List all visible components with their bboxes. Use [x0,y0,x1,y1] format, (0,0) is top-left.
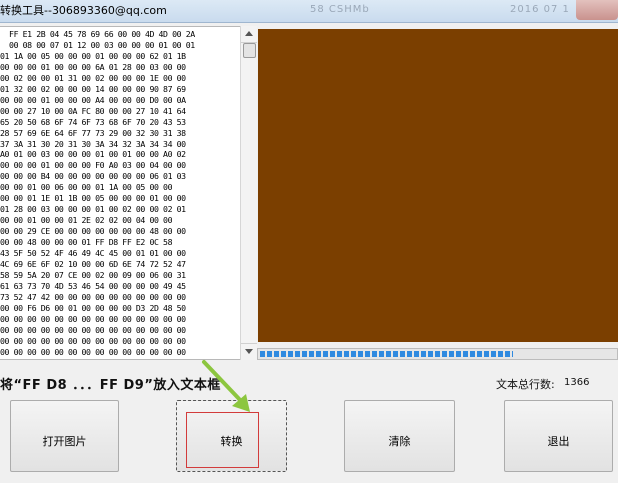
window-title-background-date: 2016 07 1 [510,4,570,15]
exit-button[interactable]: 退出 [504,400,613,472]
hex-line: 01 32 00 02 00 00 00 14 00 00 00 90 87 6… [0,83,186,94]
hex-line: 00 00 00 01 00 00 00 F0 A0 03 00 04 00 0… [0,160,186,171]
progress-bar [257,348,618,360]
title-bar: 转换工具--306893360@qq.com 58 CSHMb 2016 07 … [0,0,618,23]
hex-line: 00 00 27 10 00 0A FC 80 00 00 27 10 41 6… [0,105,186,116]
hex-line: 00 00 00 01 00 00 00 A4 00 00 00 D0 00 0… [0,94,186,105]
line-count-label: 文本总行数: [496,378,555,391]
hex-line: 4C 69 6E 6F 02 10 00 00 6D 6E 74 72 52 4… [0,259,186,270]
window-title: 转换工具--306893360@qq.com [0,4,167,17]
image-preview [258,29,618,342]
hex-line: 01 1A 00 05 00 00 00 01 00 00 00 62 01 1… [0,50,186,61]
arrow-shaft [202,360,244,404]
hex-line: 00 00 00 00 00 00 00 00 00 00 00 00 00 0… [0,324,186,335]
window-title-background-text: 58 CSHMb [310,4,370,15]
clear-button[interactable]: 清除 [344,400,455,472]
hex-scrollbar[interactable] [240,26,257,360]
hex-line-list: FF E1 2B 04 45 78 69 66 00 00 4D 4D 00 2… [0,29,195,359]
hex-line: 63 70 72 74 00 00 01 50 00 00 00 33 64 6… [0,358,195,359]
highlight-box [186,412,259,468]
hex-line: 00 00 F6 D6 00 01 00 00 00 00 D3 2D 48 5… [0,302,186,313]
hex-line: A0 01 00 03 00 00 00 01 00 01 00 00 A0 0… [0,149,186,160]
hex-line: 00 00 00 00 00 00 00 00 00 00 00 00 00 0… [0,346,186,357]
pointer-arrow-icon [202,360,250,412]
hex-line: 00 08 00 07 01 12 00 03 00 00 00 01 00 0… [0,39,195,50]
hex-line: 00 00 01 00 06 00 00 01 1A 00 05 00 00 [0,182,173,193]
hex-line: 00 00 00 01 00 00 00 6A 01 28 00 03 00 0… [0,61,186,72]
close-icon[interactable] [576,0,618,20]
hex-line: 00 00 01 1E 01 1B 00 05 00 00 00 01 00 0… [0,193,186,204]
open-image-button[interactable]: 打开图片 [10,400,119,472]
scroll-up-icon[interactable] [241,26,257,43]
hex-line: 00 00 01 00 00 01 2E 02 02 00 04 00 00 [0,215,173,226]
hex-line: 00 00 48 00 00 00 01 FF D8 FF E2 0C 58 [0,237,173,248]
hex-line: 00 02 00 00 01 31 00 02 00 00 00 1E 00 0… [0,72,186,83]
line-count-value: 1366 [564,377,590,388]
hex-line: 01 28 00 03 00 00 00 01 00 02 00 00 02 0… [0,204,186,215]
hex-line: 43 5F 50 52 4F 46 49 4C 45 00 01 01 00 0… [0,248,186,259]
instruction-text: 将“FF D8 ．．．FF D9”放入文本框 [0,378,221,393]
hex-line: 00 00 00 00 00 00 00 00 00 00 00 00 00 0… [0,313,186,324]
hex-line: 73 52 47 42 00 00 00 00 00 00 00 00 00 0… [0,291,186,302]
hex-line: FF E1 2B 04 45 78 69 66 00 00 4D 4D 00 2… [0,29,195,39]
hex-line: 28 57 69 6E 64 6F 77 73 29 00 32 30 31 3… [0,127,186,138]
hex-line: 00 00 00 B4 00 00 00 00 00 00 00 06 01 0… [0,171,186,182]
hex-line: 00 00 00 00 00 00 00 00 00 00 00 00 00 0… [0,335,186,346]
scroll-thumb[interactable] [243,43,256,58]
hex-line: 61 63 73 70 4D 53 46 54 00 00 00 00 49 4… [0,280,186,291]
hex-line: 65 20 50 68 6F 74 6F 73 68 6F 70 20 43 5… [0,116,186,127]
hex-line: 58 59 5A 20 07 CE 00 02 00 09 00 06 00 3… [0,269,186,280]
hex-text-box[interactable]: FF E1 2B 04 45 78 69 66 00 00 4D 4D 00 2… [0,26,241,360]
progress-fill [260,351,513,357]
hex-line: 37 3A 31 30 20 31 30 3A 34 32 3A 34 34 0… [0,138,186,149]
hex-line: 00 00 29 CE 00 00 00 00 00 00 00 48 00 0… [0,226,186,237]
